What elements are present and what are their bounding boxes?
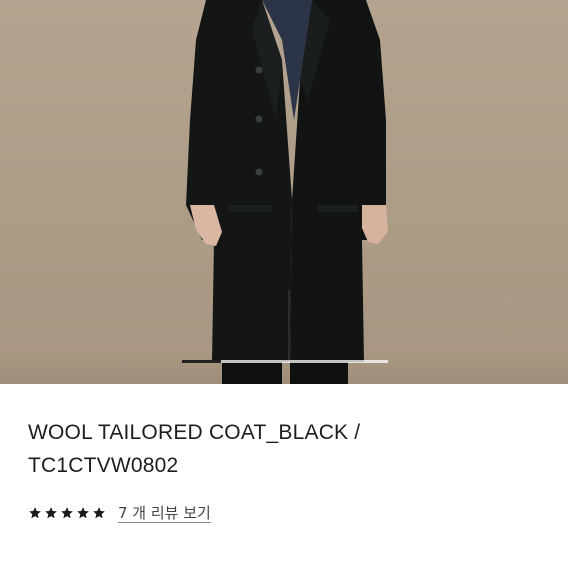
gallery-progress-fill: [182, 360, 222, 363]
star-icon: [93, 507, 105, 519]
star-icon: [61, 507, 73, 519]
view-reviews-link[interactable]: 7 개 리뷰 보기: [118, 504, 211, 523]
star-icon: [45, 507, 57, 519]
product-image[interactable]: [0, 0, 568, 384]
product-title-line2: TC1CTVW0802: [28, 454, 179, 477]
star-icon: [77, 507, 89, 519]
star-rating: [28, 506, 106, 520]
gallery-progress-bar: [182, 360, 388, 363]
star-icon: [29, 507, 41, 519]
coat-illustration: [186, 0, 388, 384]
product-title: WOOL TAILORED COAT_BLACK / TC1CTVW0802: [28, 416, 548, 482]
rating-row: 7 개 리뷰 보기: [28, 502, 211, 524]
product-title-line1: WOOL TAILORED COAT_BLACK /: [28, 421, 361, 444]
